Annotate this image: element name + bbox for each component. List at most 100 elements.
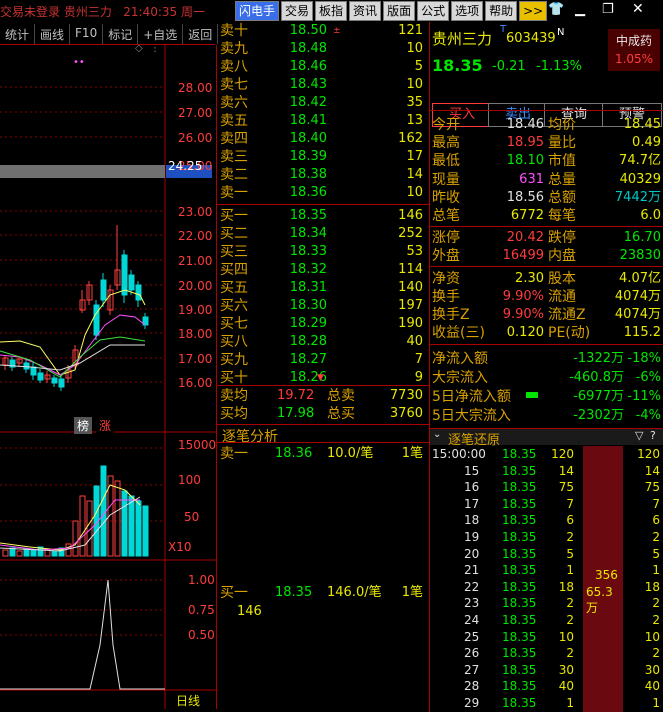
bid-level-label: 买四 bbox=[220, 262, 248, 278]
toolbar-options-button[interactable]: 选项 bbox=[451, 1, 484, 21]
bid-row[interactable]: 买八 18.28 40 bbox=[217, 333, 427, 351]
candle bbox=[51, 377, 58, 384]
indicator-axis-label: 1.00 bbox=[188, 573, 215, 587]
toolbar-flash-button[interactable]: 闪电手 bbox=[235, 1, 280, 21]
ask-level-label: 卖三 bbox=[220, 149, 248, 165]
sector-box[interactable]: 中成药 1.05% bbox=[608, 29, 660, 71]
candle bbox=[23, 362, 30, 370]
main-toolbar: 闪电手 交易 板指 资讯 版面 公式 选项 帮助 >> bbox=[235, 1, 548, 21]
price-change-pct: -1.13% bbox=[536, 59, 582, 74]
chart-tabs: 统计 画线 F10 标记 +自选 返回 bbox=[0, 24, 219, 45]
ask-row[interactable]: 卖五 18.41 13 bbox=[217, 112, 427, 130]
tab-draw[interactable]: 画线 bbox=[35, 24, 71, 44]
tab-add-watch[interactable]: +自选 bbox=[138, 24, 184, 44]
tick-volume-right: 1 bbox=[652, 563, 660, 578]
tick-row[interactable]: 22 18.35 18 18 bbox=[430, 579, 663, 595]
quote-stat-row: 涨停 20.42 跌停 16.70 bbox=[430, 229, 663, 247]
bid-level-label: 买六 bbox=[220, 298, 248, 314]
ask-row[interactable]: 卖一 18.36 10 bbox=[217, 184, 427, 202]
flow-pct: -6% bbox=[635, 370, 661, 385]
minimize-icon[interactable]: ▁ bbox=[575, 2, 585, 17]
tick-time: 21 bbox=[464, 563, 480, 578]
tick-row[interactable]: 19 18.35 2 2 bbox=[430, 529, 663, 545]
bid-row[interactable]: 买二 18.34 252 bbox=[217, 225, 427, 243]
period-tab-daily[interactable]: 日线 bbox=[176, 692, 200, 709]
toolbar-layout-button[interactable]: 版面 bbox=[383, 1, 416, 21]
ask-price: 18.46 bbox=[289, 59, 327, 74]
capital-flow-row: 大宗流入 -460.8万 -6% bbox=[430, 369, 663, 387]
tick-row[interactable]: 15 18.35 14 14 bbox=[430, 463, 663, 479]
stat-label: 流通Z bbox=[548, 307, 586, 323]
bid-row[interactable]: 买九 18.27 7 bbox=[217, 351, 427, 369]
ask-level-label: 卖九 bbox=[220, 41, 248, 57]
help-icon: ? bbox=[650, 429, 656, 442]
tick-row[interactable]: 24 18.35 2 2 bbox=[430, 612, 663, 628]
ask-row[interactable]: 卖二 18.38 14 bbox=[217, 166, 427, 184]
bid-row[interactable]: 买三 18.33 53 bbox=[217, 243, 427, 261]
tick-price: 18.36 bbox=[275, 446, 313, 461]
bid-row[interactable]: 买六 18.30 197 bbox=[217, 297, 427, 315]
bid-row[interactable]: 买五 18.31 140 bbox=[217, 279, 427, 297]
tab-f10[interactable]: F10 bbox=[70, 24, 104, 44]
toolbar-formula-button[interactable]: 公式 bbox=[417, 1, 450, 21]
tick-time: 25 bbox=[464, 629, 480, 644]
sector-pct: 1.05% bbox=[614, 52, 654, 66]
tick-row[interactable]: 16 18.35 75 75 bbox=[430, 479, 663, 495]
ask-row[interactable]: 卖八 18.46 5 bbox=[217, 58, 427, 76]
shirt-icon[interactable]: 👕 bbox=[548, 2, 564, 17]
toolbar-trade-button[interactable]: 交易 bbox=[281, 1, 314, 21]
tab-back[interactable]: 返回 bbox=[183, 24, 219, 44]
chart-badge-rise[interactable]: 涨 bbox=[96, 417, 115, 434]
bid-row[interactable]: 买一 18.35 146 bbox=[217, 207, 427, 225]
tick-analysis-title: 逐笔分析 bbox=[222, 429, 278, 445]
flow-label: 大宗流入 bbox=[432, 370, 488, 386]
restore-icon[interactable]: ❐ bbox=[602, 2, 614, 17]
tick-row[interactable]: 23 18.35 2 2 bbox=[430, 595, 663, 611]
tick-time: 24 bbox=[464, 613, 480, 627]
tick-row[interactable]: 25 18.35 10 10 bbox=[430, 629, 663, 645]
quote-stat-row: 净资 2.30 股本 4.07亿 bbox=[430, 270, 663, 288]
filter-icon: ▽ bbox=[635, 429, 644, 442]
bid-row[interactable]: 买四 18.32 114 bbox=[217, 261, 427, 279]
toolbar-news-button[interactable]: 资讯 bbox=[349, 1, 382, 21]
ask-volume: 14 bbox=[406, 167, 423, 182]
tick-row[interactable]: 21 18.35 1 1 bbox=[430, 562, 663, 578]
tick-row[interactable]: 18 18.35 6 6 bbox=[430, 512, 663, 528]
stat-label: 均价 bbox=[548, 117, 576, 133]
quote-stat-row: 昨收 18.56 总额 7442万 bbox=[430, 189, 663, 207]
price-axis-label: 27.00 bbox=[178, 106, 213, 120]
tick-restore-header[interactable]: ⌄ 逐笔还原 ▽? bbox=[430, 429, 663, 448]
toolbar-index-button[interactable]: 板指 bbox=[315, 1, 348, 21]
tick-row[interactable]: 28 18.35 40 40 bbox=[430, 678, 663, 694]
bid-level-label: 买五 bbox=[220, 280, 248, 296]
ask-row[interactable]: 卖六 18.42 35 bbox=[217, 94, 427, 112]
kline-chart-area[interactable]: ◇ ⋮ •• 28.00 27.00 26.00 25.00 24.25 23.00 22.… bbox=[0, 45, 217, 709]
tick-row[interactable]: 27 18.35 30 30 bbox=[430, 662, 663, 678]
tick-volume-right: 120 bbox=[637, 447, 660, 461]
bid-row[interactable]: 买七 18.29 190 bbox=[217, 315, 427, 333]
tick-row[interactable]: 15:00:00 18.35 120 120 bbox=[430, 446, 663, 462]
ask-volume: 10 bbox=[406, 41, 423, 56]
close-icon[interactable]: ✕ bbox=[632, 1, 644, 17]
ask-row[interactable]: 卖七 18.43 10 bbox=[217, 76, 427, 94]
price-axis-label: 28.00 bbox=[178, 81, 213, 95]
ask-row[interactable]: 卖九 18.48 10 bbox=[217, 40, 427, 58]
tick-time: 20 bbox=[464, 546, 480, 561]
tab-stats[interactable]: 统计 bbox=[0, 24, 36, 44]
ask-row[interactable]: 卖十 18.50 ±121 bbox=[217, 22, 427, 40]
toolbar-more-button[interactable]: >> bbox=[519, 1, 548, 21]
toolbar-help-button[interactable]: 帮助 bbox=[485, 1, 518, 21]
stat-label: 涨停 bbox=[432, 230, 460, 247]
tick-row[interactable]: 17 18.35 7 7 bbox=[430, 496, 663, 512]
tick-row[interactable]: 20 18.35 5 5 bbox=[430, 546, 663, 562]
chart-badge-rank[interactable]: 榜 bbox=[74, 417, 93, 434]
tick-time: 17 bbox=[464, 496, 480, 511]
ask-row[interactable]: 卖四 18.40 162 bbox=[217, 130, 427, 148]
ask-row[interactable]: 卖三 18.39 17 bbox=[217, 148, 427, 166]
price-axis-label: 17.00 bbox=[178, 352, 213, 366]
tab-mark[interactable]: 标记 bbox=[103, 24, 139, 44]
tick-sell-row: 卖一 18.36 10.0/笔 1笔 bbox=[217, 445, 427, 463]
tick-price: 18.35 bbox=[502, 480, 537, 495]
tick-time: 19 bbox=[464, 530, 480, 544]
tick-row[interactable]: 26 18.35 2 2 bbox=[430, 645, 663, 661]
